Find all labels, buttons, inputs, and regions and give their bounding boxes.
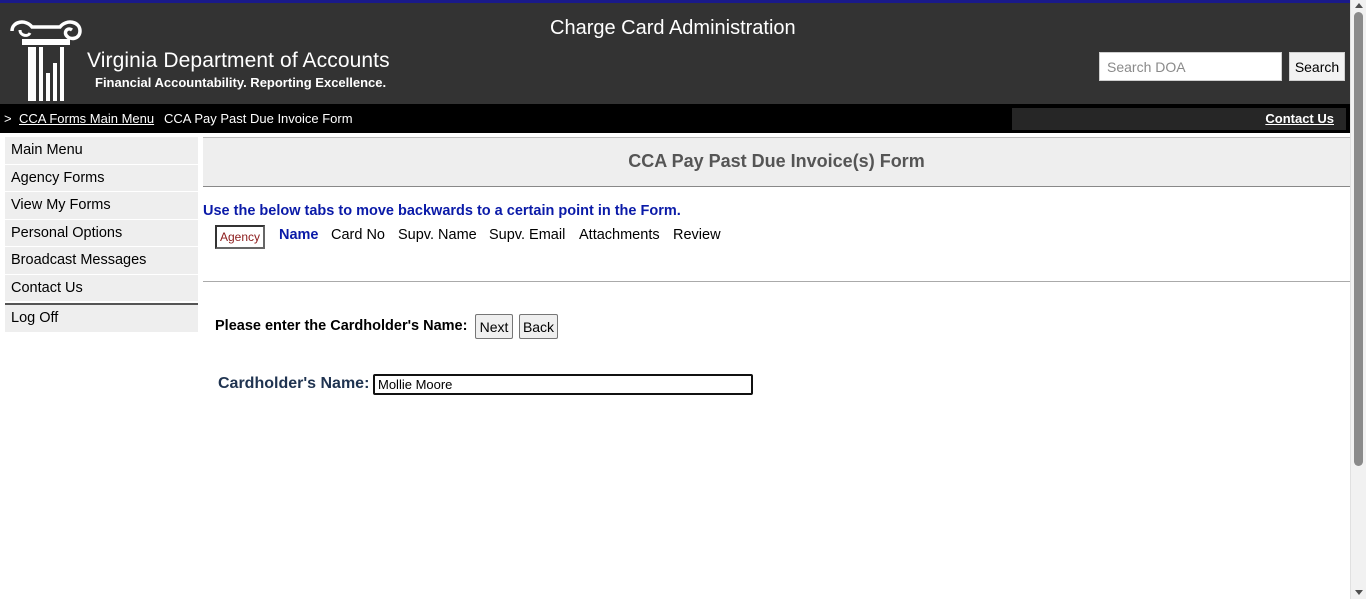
sidebar-item-personal-options[interactable]: Personal Options	[5, 219, 198, 247]
scrollbar-thumb[interactable]	[1354, 12, 1363, 466]
tab-attachments: Attachments	[579, 227, 660, 243]
back-button[interactable]: Back	[519, 314, 558, 339]
breadcrumb-link-main-menu[interactable]: CCA Forms Main Menu	[19, 111, 154, 126]
tab-supv-name: Supv. Name	[398, 227, 477, 243]
page: Virginia Department of Accounts Financia…	[0, 0, 1366, 599]
column-pillar-icon	[10, 20, 82, 101]
breadcrumb-current-page: CCA Pay Past Due Invoice Form	[164, 111, 353, 126]
scroll-up-arrow-icon[interactable]	[1355, 3, 1363, 8]
sidebar-item-log-off[interactable]: Log Off	[5, 305, 198, 333]
next-button[interactable]: Next	[475, 314, 513, 339]
scroll-down-arrow-icon[interactable]	[1355, 590, 1363, 595]
sidebar-item-contact-us[interactable]: Contact Us	[5, 274, 198, 302]
sidebar-item-broadcast-messages[interactable]: Broadcast Messages	[5, 247, 198, 275]
search-button[interactable]: Search	[1289, 52, 1345, 81]
form-title-bar: CCA Pay Past Due Invoice(s) Form	[203, 137, 1350, 187]
tab-agency[interactable]: Agency	[215, 225, 265, 249]
form-title: CCA Pay Past Due Invoice(s) Form	[628, 151, 925, 171]
tab-supv-email: Supv. Email	[489, 227, 566, 243]
cardholder-name-label: Cardholder's Name:	[218, 375, 370, 392]
breadcrumb-separator: >	[4, 111, 12, 126]
sidebar-item-main-menu[interactable]: Main Menu	[5, 137, 198, 165]
tab-card-no: Card No	[331, 227, 385, 243]
sidebar-nav: Main Menu Agency Forms View My Forms Per…	[5, 137, 198, 333]
tabs-instruction: Use the below tabs to move backwards to …	[203, 203, 681, 219]
org-name: Virginia Department of Accounts	[87, 49, 390, 72]
search-input[interactable]	[1099, 52, 1282, 81]
site-header: Virginia Department of Accounts Financia…	[0, 0, 1350, 107]
header-contact-link[interactable]: Contact Us	[1265, 111, 1334, 126]
header-contact-box: Contact Us	[1012, 108, 1346, 130]
step-prompt: Please enter the Cardholder's Name:	[215, 318, 468, 334]
tab-review: Review	[673, 227, 721, 243]
app-title: Charge Card Administration	[550, 17, 796, 39]
sidebar-item-view-my-forms[interactable]: View My Forms	[5, 192, 198, 220]
sidebar-item-agency-forms[interactable]: Agency Forms	[5, 164, 198, 192]
tab-name: Name	[279, 227, 319, 243]
cardholder-name-field[interactable]	[373, 374, 753, 395]
org-tagline: Financial Accountability. Reporting Exce…	[95, 75, 387, 90]
section-divider	[203, 281, 1350, 282]
page-scrollbar[interactable]	[1350, 0, 1366, 599]
